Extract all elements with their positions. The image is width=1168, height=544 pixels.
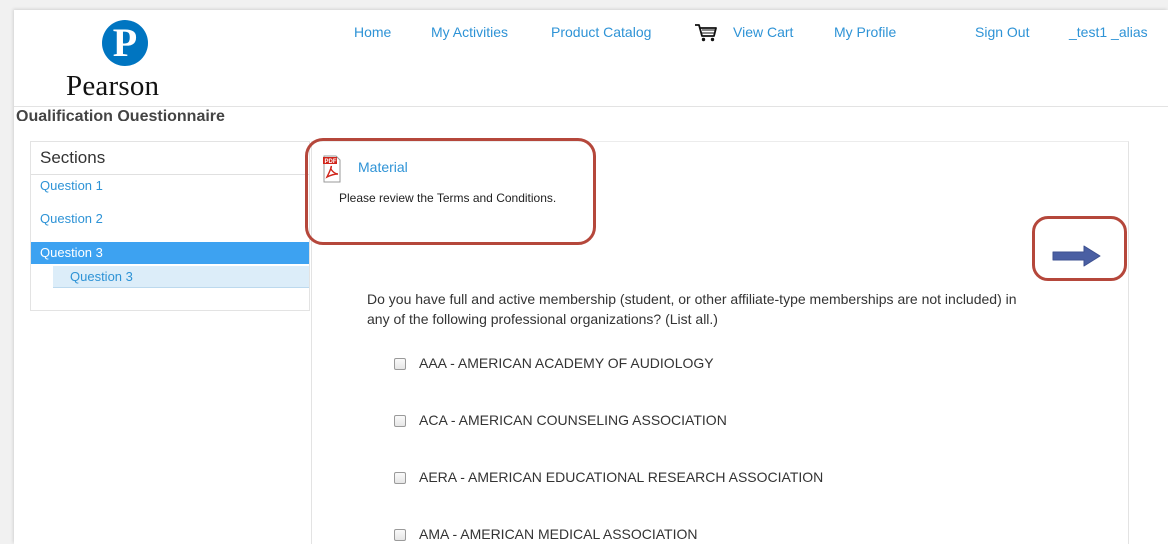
nav-sign-out-link[interactable]: Sign Out [975, 24, 1029, 40]
section-item-question-3-active[interactable]: Question 3 [31, 242, 309, 264]
option-label[interactable]: AERA - AMERICAN EDUCATIONAL RESEARCH ASS… [419, 469, 823, 485]
option-checkbox[interactable] [394, 529, 406, 541]
right-arrow-icon[interactable] [1050, 244, 1102, 268]
option-label[interactable]: AMA - AMERICAN MEDICAL ASSOCIATION [419, 526, 698, 542]
option-checkbox[interactable] [394, 358, 406, 370]
nav-product-catalog-link[interactable]: Product Catalog [551, 24, 651, 40]
section-item-question-2[interactable]: Question 2 [31, 197, 309, 230]
top-nav: Home My Activities Product Catalog View … [14, 24, 1168, 46]
material-highlight-annotation [305, 138, 596, 245]
section-subitem-question-3[interactable]: Question 3 [53, 266, 309, 288]
nav-user-link[interactable]: _test1 _alias [1069, 24, 1148, 40]
option-label[interactable]: ACA - AMERICAN COUNSELING ASSOCIATION [419, 412, 727, 428]
sections-panel: Sections Question 1 Question 2 Question … [30, 141, 310, 311]
section-item-question-1[interactable]: Question 1 [31, 175, 309, 197]
option-label[interactable]: AAA - AMERICAN ACADEMY OF AUDIOLOGY [419, 355, 714, 371]
nav-view-cart-link[interactable]: View Cart [733, 24, 793, 40]
page-title: Qualification Questionnaire [16, 108, 225, 121]
nav-home-link[interactable]: Home [354, 24, 391, 40]
cart-icon[interactable] [694, 23, 718, 43]
sections-heading: Sections [31, 142, 309, 175]
page: P Pearson Home My Activities Product Cat… [14, 10, 1168, 544]
nav-my-profile-link[interactable]: My Profile [834, 24, 896, 40]
option-checkbox[interactable] [394, 415, 406, 427]
question-text: Do you have full and active membership (… [367, 291, 1017, 327]
nav-my-activities-link[interactable]: My Activities [431, 24, 508, 40]
pearson-logo-word: Pearson [66, 70, 160, 102]
question-panel: PDF Material Please review the Terms and… [305, 138, 1129, 544]
option-checkbox[interactable] [394, 472, 406, 484]
